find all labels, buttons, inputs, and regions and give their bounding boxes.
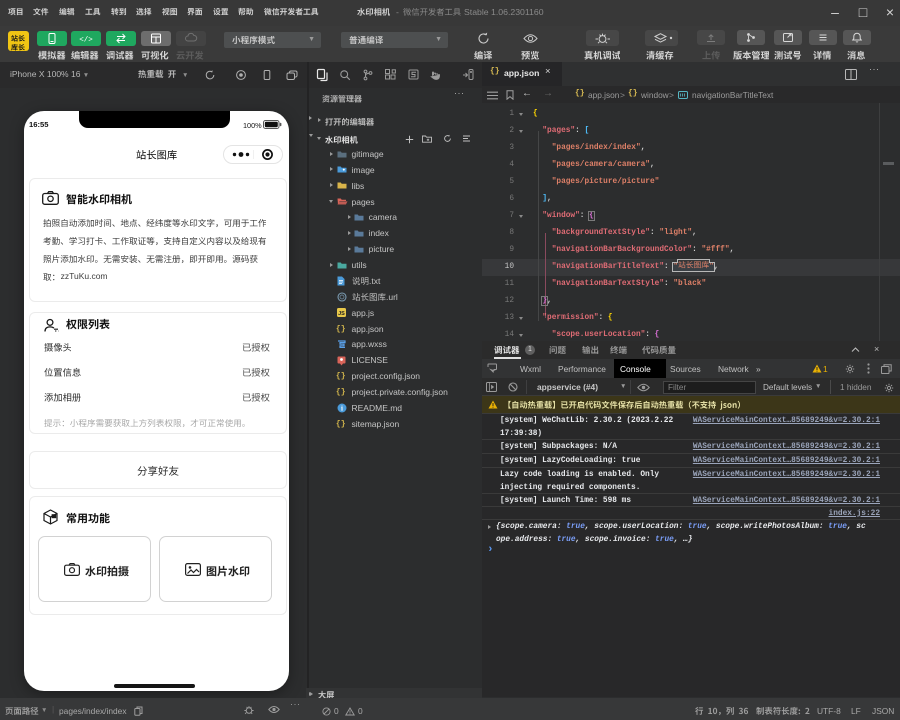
svg-text:i: i (341, 405, 343, 413)
svg-text:JS: JS (338, 311, 345, 317)
svg-text:</>: </> (79, 37, 93, 45)
